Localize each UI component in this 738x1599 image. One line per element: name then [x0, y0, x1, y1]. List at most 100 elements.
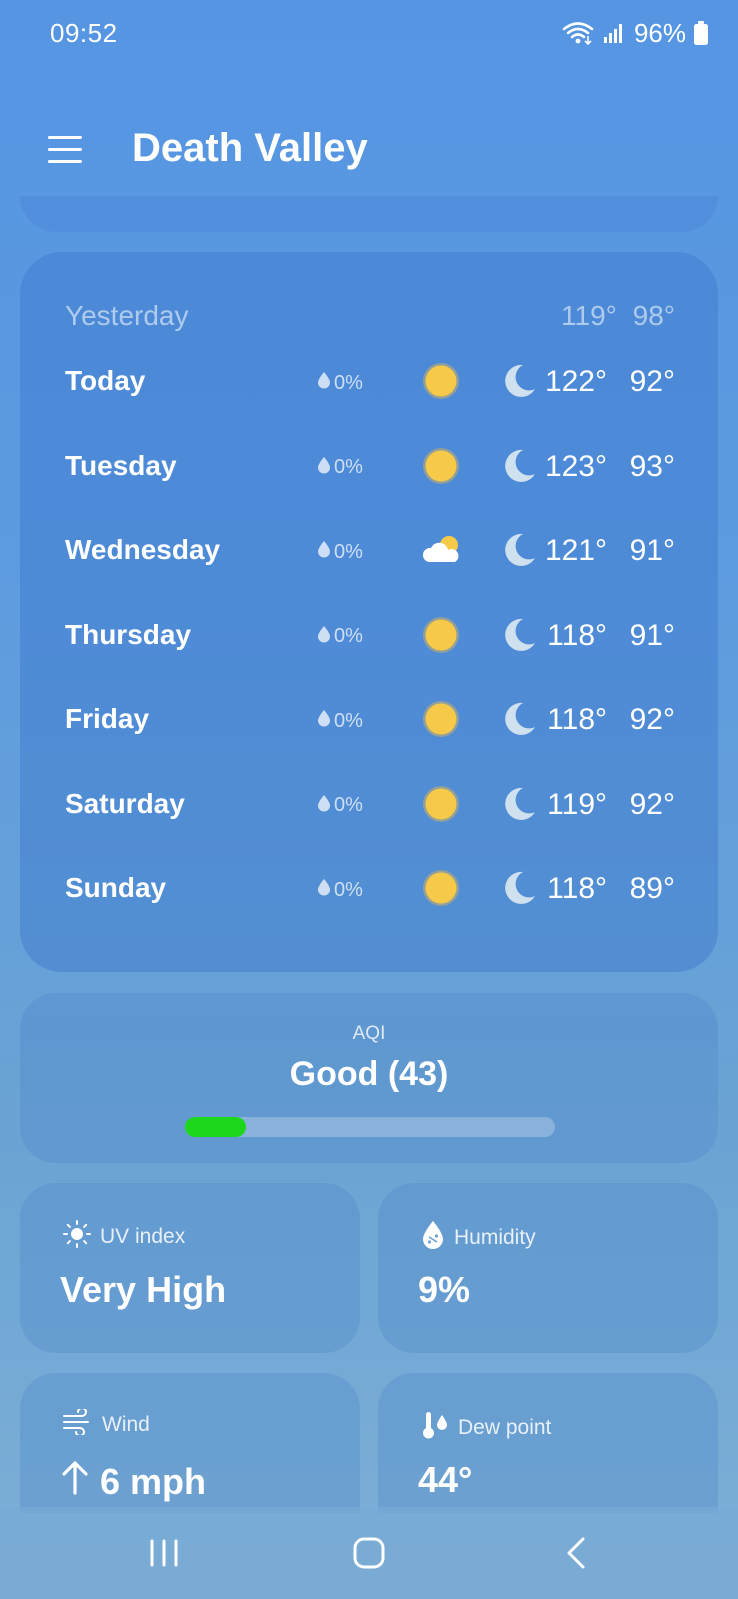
dew-point-value: 44° [418, 1459, 473, 1500]
day-name: Thursday [65, 618, 192, 650]
uv-label: UV index [100, 1225, 186, 1248]
temp-low: 92° [629, 365, 675, 398]
wind-card[interactable]: Wind 6 mph [20, 1373, 360, 1513]
humidity-label-row: Humidity [420, 1219, 536, 1257]
dew-point-card[interactable]: Dew point 44° [378, 1373, 718, 1513]
status-time: 09:52 [50, 18, 118, 48]
temp-high: 122° [544, 365, 607, 398]
precip-value: 0% [334, 878, 363, 901]
sun-icon [421, 446, 461, 486]
sun-icon [421, 868, 461, 908]
aqi-bar-fill [185, 1117, 247, 1137]
temps: 122° 92° [545, 365, 675, 399]
battery-icon [694, 21, 708, 45]
forecast-row[interactable]: Tuesday 0% 123° 93° [65, 442, 675, 492]
temp-low: 92° [629, 703, 675, 736]
uv-value: Very High [60, 1269, 227, 1310]
thermometer-drop-icon [420, 1409, 450, 1447]
moon-icon [499, 446, 539, 486]
hourly-card-partial [20, 196, 718, 232]
raindrop-icon [317, 709, 331, 733]
sun-icon [421, 361, 461, 401]
forecast-row[interactable]: Sunday 0% 118° 89° [65, 864, 675, 914]
temp-high: 118° [547, 872, 607, 905]
forecast-row[interactable]: Today 0% 122° 92° [65, 357, 675, 407]
uv-index-card[interactable]: UV index Very High [20, 1183, 360, 1353]
humidity-value: 9% [418, 1269, 471, 1310]
raindrop-icon [317, 371, 331, 395]
wind-value-row: 6 mph [60, 1459, 206, 1504]
wind-value: 6 mph [100, 1460, 207, 1502]
temps: 118° 92° [547, 703, 675, 737]
yesterday-temps: 119° 98° [561, 300, 675, 332]
temp-high: 123° [544, 449, 607, 483]
forecast-row[interactable]: Saturday 0% 119° 92° [65, 780, 675, 830]
temps: 119° 92° [547, 788, 675, 822]
back-icon[interactable] [553, 1529, 601, 1577]
uv-label-row: UV index [62, 1219, 185, 1255]
yesterday-high: 119° [561, 300, 617, 331]
day-name: Wednesday [65, 534, 221, 565]
raindrop-icon [317, 794, 331, 818]
raindrop-icon [317, 878, 331, 902]
forecast-row[interactable]: Friday 0% 118° 92° [65, 695, 675, 745]
aqi-value: Good (43) [289, 1055, 449, 1093]
system-nav-bar [0, 1507, 738, 1599]
daily-forecast-card[interactable]: Yesterday 119° 98° Today 0% 122° 92° Tuesday… [20, 252, 718, 972]
sun-icon [421, 615, 461, 655]
signal-icon [602, 21, 626, 45]
temp-low: 91° [629, 618, 675, 652]
wind-label-row: Wind [62, 1407, 150, 1441]
temp-low: 91° [629, 534, 675, 567]
temps: 121° 91° [545, 534, 675, 568]
day-name: Today [65, 365, 146, 396]
raindrop-icon [317, 456, 331, 480]
sun-icon [421, 784, 461, 824]
aqi-card[interactable]: AQI Good (43) [20, 993, 718, 1163]
day-name: Friday [65, 703, 150, 734]
home-icon[interactable] [345, 1529, 393, 1577]
day-name: Saturday [65, 787, 185, 819]
moon-icon [499, 868, 539, 908]
forecast-row[interactable]: Wednesday 0% 121° 91° [65, 526, 675, 576]
temp-low: 92° [629, 787, 675, 821]
yesterday-label: Yesterday [65, 300, 189, 331]
precip-value: 0% [334, 709, 363, 732]
temps: 118° 91° [547, 619, 675, 653]
status-icons: 96% [562, 18, 708, 48]
app-header: Death Valley [0, 110, 738, 190]
precip-chance: 0% [317, 540, 363, 564]
humidity-label: Humidity [454, 1226, 536, 1249]
dew-point-label: Dew point [458, 1416, 552, 1439]
precip-chance: 0% [317, 794, 363, 818]
arrow-up-icon [60, 1459, 90, 1504]
moon-icon [499, 784, 539, 824]
partly-cloudy-icon [421, 530, 461, 570]
temp-low: 89° [629, 872, 675, 905]
wind-icon [62, 1407, 94, 1441]
raindrop-icon [317, 625, 331, 649]
aqi-bar [185, 1117, 555, 1137]
day-name: Tuesday [65, 449, 177, 481]
humidity-card[interactable]: Humidity 9% [378, 1183, 718, 1353]
raindrop-icon [317, 540, 331, 564]
menu-icon[interactable] [48, 134, 84, 164]
battery-percent: 96% [633, 17, 686, 48]
sun-outline-icon [62, 1219, 92, 1255]
yesterday-row: Yesterday 119° 98° [65, 300, 675, 340]
aqi-label: AQI [352, 1023, 386, 1044]
yesterday-low: 98° [632, 300, 675, 331]
wind-label: Wind [102, 1413, 150, 1436]
day-name: Sunday [65, 872, 167, 903]
precip-value: 0% [334, 456, 363, 478]
precip-chance: 0% [317, 371, 363, 395]
forecast-row[interactable]: Thursday 0% 118° 91° [65, 611, 675, 661]
status-bar: 09:52 96% [0, 0, 738, 70]
moon-icon [499, 530, 539, 570]
recent-apps-icon[interactable] [140, 1529, 188, 1577]
temp-high: 121° [544, 534, 607, 567]
temp-high: 118° [547, 618, 607, 652]
precip-chance: 0% [317, 878, 363, 902]
humidity-drop-icon [420, 1219, 446, 1257]
precip-chance: 0% [317, 709, 363, 733]
